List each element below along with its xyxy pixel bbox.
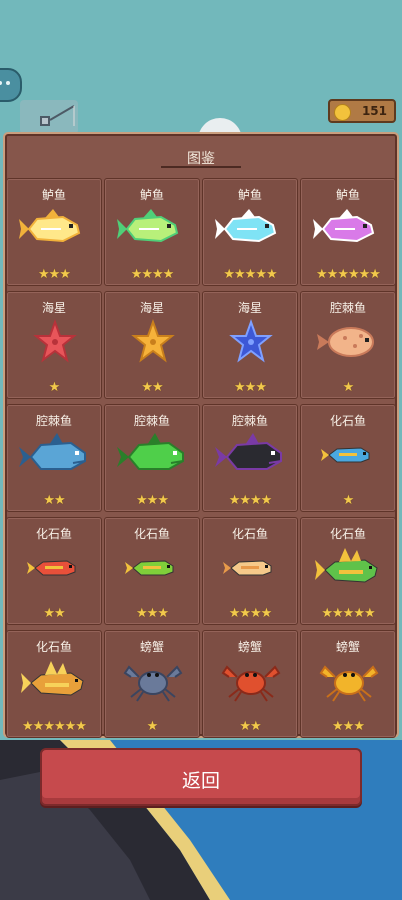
- collection-card[interactable]: 螃蟹 ★: [104, 630, 200, 738]
- rarity-stars: ★: [48, 380, 61, 395]
- creature-name: 螃蟹: [139, 640, 164, 654]
- collection-card[interactable]: 化石鱼 ★★★★★: [300, 517, 396, 625]
- collection-card[interactable]: 鲈鱼 ★★★★★★: [300, 178, 396, 286]
- collection-card[interactable]: 化石鱼 ★★: [6, 517, 102, 625]
- creature-name: 腔棘鱼: [133, 414, 170, 428]
- collection-card[interactable]: 化石鱼 ★★★: [104, 517, 200, 625]
- back-button[interactable]: 返回: [40, 748, 362, 806]
- rarity-stars: ★★: [239, 719, 261, 734]
- coin-counter: 151: [328, 99, 396, 123]
- creature-sprite-icon: [309, 316, 389, 368]
- creature-name: 化石鱼: [329, 414, 366, 428]
- collection-card[interactable]: 腔棘鱼 ★★★: [104, 404, 200, 512]
- creature-name: 化石鱼: [35, 527, 72, 541]
- creature-sprite-icon: [309, 655, 389, 707]
- creature-sprite-icon: [15, 542, 95, 594]
- collection-card[interactable]: 腔棘鱼 ★: [300, 291, 396, 399]
- collection-card[interactable]: 螃蟹 ★★: [202, 630, 298, 738]
- creature-sprite-icon: [309, 429, 389, 481]
- creature-name: 鲈鱼: [139, 188, 164, 202]
- collection-card[interactable]: 化石鱼 ★★★★: [202, 517, 298, 625]
- creature-sprite-icon: [113, 203, 193, 255]
- rarity-stars: ★★★: [234, 380, 267, 395]
- rarity-stars: ★★★: [332, 719, 365, 734]
- rarity-stars: ★★★★: [228, 493, 273, 508]
- back-button-label: 返回: [181, 770, 220, 792]
- creature-name: 海星: [237, 301, 262, 315]
- creature-sprite-icon: [211, 429, 291, 481]
- collection-card[interactable]: 螃蟹 ★★★: [300, 630, 396, 738]
- rarity-stars: ★★★: [136, 606, 169, 621]
- creature-name: 螃蟹: [335, 640, 360, 654]
- side-menu-tab-icon[interactable]: [0, 68, 22, 102]
- creature-sprite-icon: [211, 316, 291, 368]
- creature-sprite-icon: [15, 429, 95, 481]
- collection-card[interactable]: 鲈鱼 ★★★★: [104, 178, 200, 286]
- creature-name: 螃蟹: [237, 640, 262, 654]
- collection-card[interactable]: 腔棘鱼 ★★: [6, 404, 102, 512]
- creature-sprite-icon: [15, 316, 95, 368]
- coin-icon: [334, 104, 351, 121]
- rarity-stars: ★★★★: [228, 606, 273, 621]
- rarity-stars: ★: [342, 493, 355, 508]
- creature-name: 鲈鱼: [41, 188, 66, 202]
- creature-name: 化石鱼: [35, 640, 72, 654]
- creature-sprite-icon: [309, 542, 389, 594]
- rarity-stars: ★★★: [136, 493, 169, 508]
- rarity-stars: ★★: [141, 380, 163, 395]
- creature-sprite-icon: [211, 542, 291, 594]
- creature-sprite-icon: [15, 655, 95, 707]
- creature-sprite-icon: [211, 655, 291, 707]
- creature-name: 海星: [139, 301, 164, 315]
- collection-card[interactable]: 鲈鱼 ★★★★★: [202, 178, 298, 286]
- collection-card[interactable]: 海星 ★★: [104, 291, 200, 399]
- creature-sprite-icon: [113, 316, 193, 368]
- creature-sprite-icon: [113, 429, 193, 481]
- title-divider: [161, 166, 241, 168]
- collection-card[interactable]: 海星 ★★★: [202, 291, 298, 399]
- rarity-stars: ★★: [43, 493, 65, 508]
- creature-sprite-icon: [211, 203, 291, 255]
- creature-name: 腔棘鱼: [35, 414, 72, 428]
- creature-name: 化石鱼: [231, 527, 268, 541]
- creature-name: 海星: [41, 301, 66, 315]
- creature-sprite-icon: [113, 542, 193, 594]
- creature-name: 腔棘鱼: [329, 301, 366, 315]
- creature-sprite-icon: [113, 655, 193, 707]
- rarity-stars: ★★★★★: [321, 606, 375, 621]
- collection-card[interactable]: 化石鱼 ★: [300, 404, 396, 512]
- collection-card[interactable]: 鲈鱼 ★★★: [6, 178, 102, 286]
- rarity-stars: ★★★★: [130, 267, 175, 282]
- creature-sprite-icon: [309, 203, 389, 255]
- rarity-stars: ★★★★★★: [22, 719, 87, 734]
- collection-title: 图鉴: [187, 151, 215, 167]
- fishing-rod-icon: [20, 100, 78, 134]
- creature-name: 鲈鱼: [237, 188, 262, 202]
- creature-name: 鲈鱼: [335, 188, 360, 202]
- creature-sprite-icon: [15, 203, 95, 255]
- creature-name: 化石鱼: [133, 527, 170, 541]
- collection-card[interactable]: 化石鱼 ★★★★★★: [6, 630, 102, 738]
- collection-card[interactable]: 腔棘鱼 ★★★★: [202, 404, 298, 512]
- rarity-stars: ★: [342, 380, 355, 395]
- coin-count: 151: [361, 104, 387, 118]
- rarity-stars: ★★★★★★: [316, 267, 381, 282]
- creature-name: 化石鱼: [329, 527, 366, 541]
- rarity-stars: ★★: [43, 606, 65, 621]
- rarity-stars: ★: [146, 719, 159, 734]
- rarity-stars: ★★★: [38, 267, 71, 282]
- creature-name: 腔棘鱼: [231, 414, 268, 428]
- collection-card[interactable]: 海星 ★: [6, 291, 102, 399]
- rarity-stars: ★★★★★: [223, 267, 277, 282]
